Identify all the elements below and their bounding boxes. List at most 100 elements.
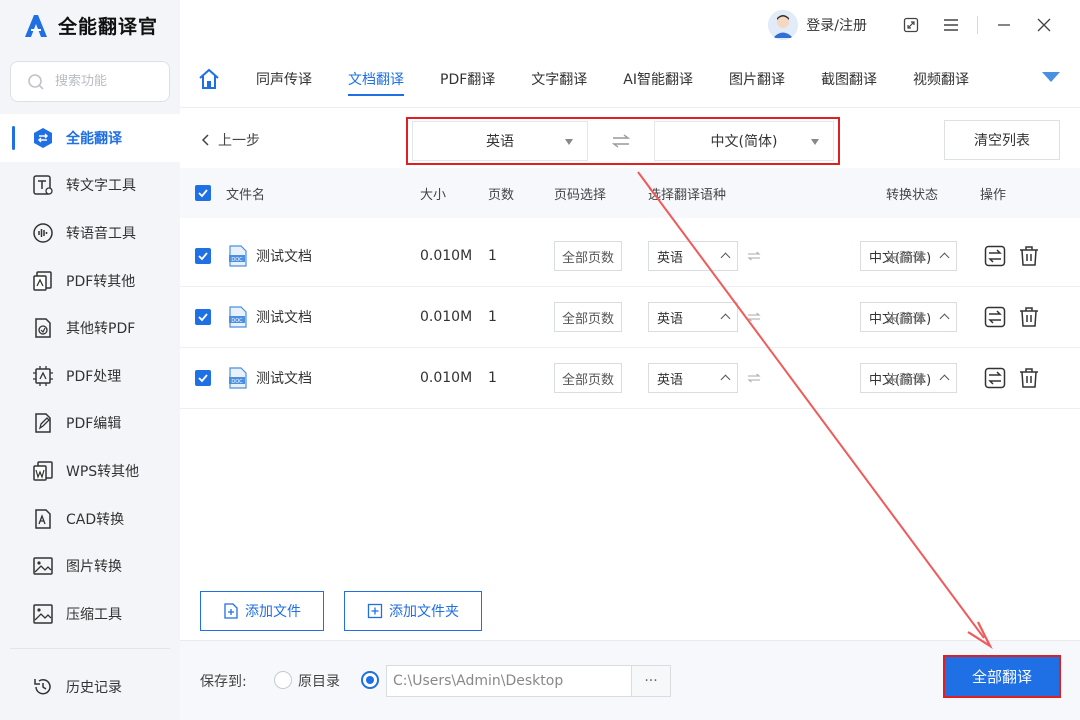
file-name: 测试文档: [256, 310, 312, 326]
avatar: [768, 10, 799, 40]
row-source-language-select[interactable]: 英语: [648, 241, 738, 271]
trash-icon[interactable]: [1018, 245, 1040, 267]
file-size: 0.010M: [420, 248, 473, 264]
sidebar-item-pdf-process[interactable]: PDF处理: [0, 352, 180, 400]
home-button[interactable]: [180, 68, 238, 90]
table-row: DOC 测试文档 0.010M 1 全部页数 英语 中文(简体) 未翻译: [180, 287, 1080, 348]
minimize-button[interactable]: [984, 5, 1024, 45]
sidebar-item-text-tool[interactable]: 转文字工具: [0, 162, 180, 210]
original-dir-radio[interactable]: [274, 671, 292, 689]
translate-icon: [34, 127, 52, 148]
sidebar-item-history[interactable]: 历史记录: [0, 664, 180, 710]
sidebar-item-voice-tool[interactable]: 转语音工具: [0, 209, 180, 257]
resize-icon: [903, 17, 919, 33]
target-language-select[interactable]: 中文(简体): [654, 121, 834, 161]
status-badge: 未翻译: [886, 372, 926, 388]
sidebar-item-label: WPS转其他: [66, 463, 140, 480]
menu-button[interactable]: [931, 5, 971, 45]
trash-icon[interactable]: [1018, 306, 1040, 328]
swap-language-button[interactable]: [588, 134, 654, 148]
row-checkbox[interactable]: [195, 309, 211, 325]
wps-icon: [33, 461, 53, 481]
page-select-button[interactable]: 全部页数: [554, 241, 622, 271]
file-name: 测试文档: [256, 249, 312, 265]
file-pages: 1: [488, 248, 497, 264]
cad-icon: [35, 508, 51, 529]
feature-tabs: 同声传译 文档翻译 PDF翻译 文字翻译 AI智能翻译 图片翻译 截图翻译 视频…: [180, 50, 1080, 108]
source-language-select[interactable]: 英语: [412, 121, 588, 161]
tab-pdf[interactable]: PDF翻译: [422, 50, 513, 108]
close-icon: [1037, 18, 1051, 32]
target-language-value: 中文(简体): [710, 134, 778, 150]
output-path-input[interactable]: [386, 665, 632, 697]
row-checkbox[interactable]: [195, 248, 211, 264]
sidebar-item-image-convert[interactable]: 图片转换: [0, 542, 180, 590]
convert-icon[interactable]: [984, 367, 1006, 389]
tab-simultaneous[interactable]: 同声传译: [238, 50, 330, 108]
page-select-button[interactable]: 全部页数: [554, 302, 622, 332]
hamburger-icon: [944, 19, 958, 31]
file-size: 0.010M: [420, 309, 473, 325]
file-name-cell: DOC 测试文档: [228, 367, 312, 389]
close-button[interactable]: [1024, 5, 1064, 45]
swap-icon[interactable]: [747, 312, 761, 322]
tab-ai[interactable]: AI智能翻译: [605, 50, 711, 108]
sidebar-item-compress[interactable]: 压缩工具: [0, 590, 180, 638]
image-convert-icon: [33, 557, 53, 575]
back-button[interactable]: 上一步: [200, 130, 260, 150]
convert-icon[interactable]: [984, 245, 1006, 267]
convert-icon[interactable]: [984, 306, 1006, 328]
row-source-language-select[interactable]: 英语: [648, 302, 738, 332]
check-icon: [198, 374, 208, 383]
sidebar-item-label: 压缩工具: [66, 606, 122, 623]
swap-icon[interactable]: [747, 373, 761, 383]
browse-path-button[interactable]: ···: [631, 665, 671, 697]
check-icon: [198, 252, 208, 261]
search-box[interactable]: [10, 61, 170, 102]
sidebar-item-label: PDF编辑: [66, 416, 122, 433]
table-row: DOC 测试文档 0.010M 1 全部页数 英语 中文(简体) 未翻译: [180, 348, 1080, 409]
sidebar-item-all-translate[interactable]: 全能翻译: [0, 114, 180, 162]
more-tabs-icon[interactable]: [1042, 72, 1060, 82]
back-label: 上一步: [218, 133, 260, 149]
sidebar-item-cad-convert[interactable]: CAD转换: [0, 495, 180, 543]
sidebar-item-pdf-to-other[interactable]: PDF转其他: [0, 257, 180, 305]
status-badge: 未翻译: [886, 311, 926, 327]
login-label: 登录/注册: [806, 18, 867, 34]
swap-icon[interactable]: [747, 251, 761, 261]
add-file-button[interactable]: 添加文件: [200, 591, 324, 631]
tab-text[interactable]: 文字翻译: [513, 50, 605, 108]
tab-video[interactable]: 视频翻译: [895, 50, 987, 108]
row-checkbox[interactable]: [195, 370, 211, 386]
search-icon: [28, 73, 44, 90]
tab-document[interactable]: 文档翻译: [330, 50, 422, 108]
mini-mode-button[interactable]: [891, 5, 931, 45]
translate-all-button[interactable]: 全部翻译: [943, 655, 1061, 698]
select-all-checkbox[interactable]: [195, 185, 211, 201]
sidebar-item-pdf-edit[interactable]: PDF编辑: [0, 400, 180, 448]
table-row: DOC 测试文档 0.010M 1 全部页数 英语 中文(简体) 未翻译: [180, 226, 1080, 287]
add-folder-button[interactable]: 添加文件夹: [344, 591, 482, 631]
header-status: 转换状态: [886, 187, 939, 203]
sidebar-item-label: 转文字工具: [66, 178, 136, 195]
svg-text:DOC: DOC: [231, 318, 243, 324]
sidebar-item-other-to-pdf[interactable]: 其他转PDF: [0, 304, 180, 352]
tab-image[interactable]: 图片翻译: [711, 50, 803, 108]
pdf-convert-icon: [33, 270, 52, 291]
check-icon: [198, 189, 208, 198]
add-file-icon: [224, 603, 238, 619]
sidebar-item-wps-to-other[interactable]: WPS转其他: [0, 447, 180, 495]
custom-dir-radio[interactable]: [361, 671, 379, 689]
header-page-select: 页码选择: [554, 187, 607, 203]
tab-screenshot[interactable]: 截图翻译: [803, 50, 895, 108]
clear-list-button[interactable]: 清空列表: [944, 120, 1060, 160]
login-button[interactable]: 登录/注册: [768, 10, 867, 40]
app-logo-icon: [25, 14, 47, 37]
voice-tool-icon: [33, 223, 53, 243]
search-input[interactable]: [55, 74, 155, 89]
trash-icon[interactable]: [1018, 367, 1040, 389]
row-source-language-select[interactable]: 英语: [648, 363, 738, 393]
sidebar-item-label: 其他转PDF: [66, 321, 136, 338]
page-select-button[interactable]: 全部页数: [554, 363, 622, 393]
status-badge: 未翻译: [886, 250, 926, 266]
